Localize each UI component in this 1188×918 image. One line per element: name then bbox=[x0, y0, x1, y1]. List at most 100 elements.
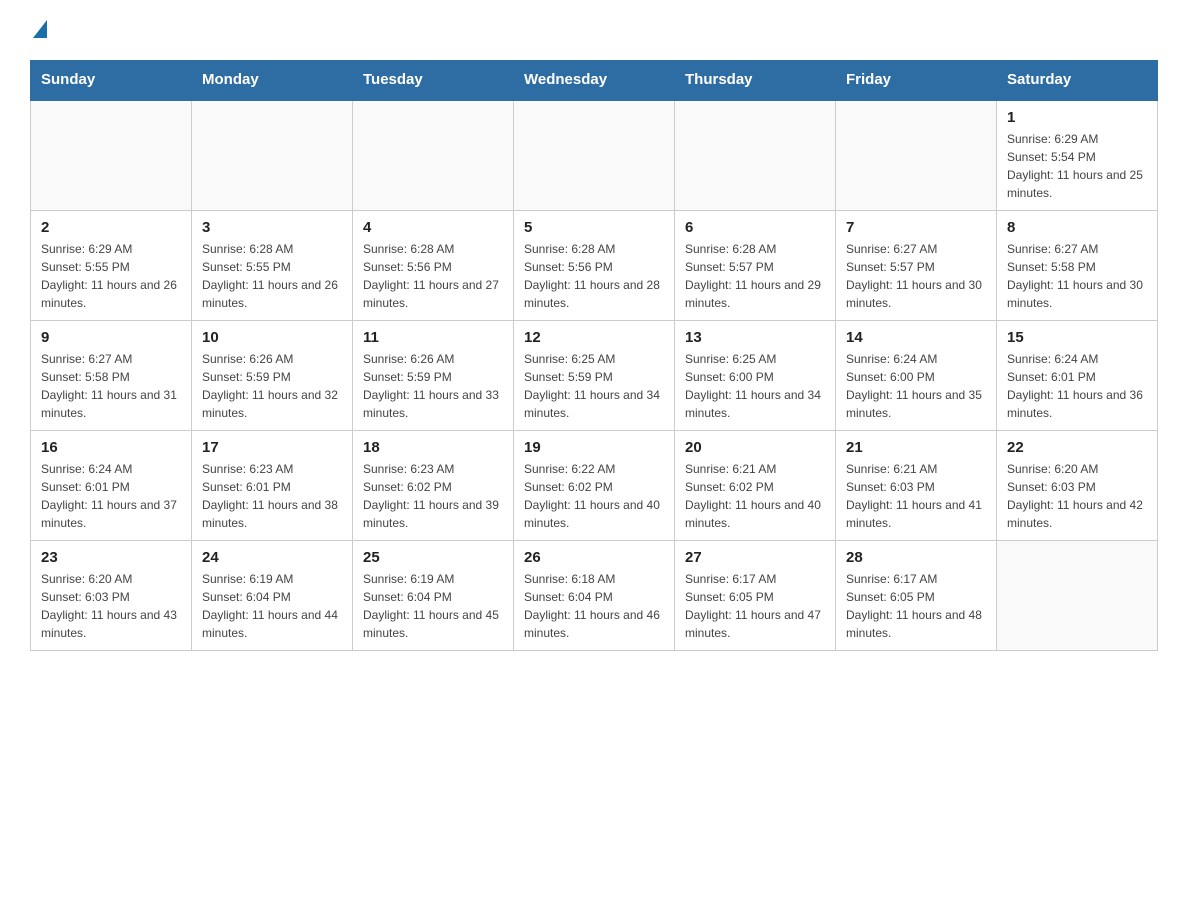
calendar-cell: 21 Sunrise: 6:21 AM Sunset: 6:03 PM Dayli… bbox=[836, 431, 997, 541]
day-number: 7 bbox=[846, 219, 986, 236]
weekday-header-saturday: Saturday bbox=[997, 61, 1158, 100]
day-info: Sunrise: 6:26 AM Sunset: 5:59 PM Dayligh… bbox=[202, 350, 342, 422]
calendar-cell: 3 Sunrise: 6:28 AM Sunset: 5:55 PM Daylig… bbox=[192, 211, 353, 321]
day-number: 3 bbox=[202, 219, 342, 236]
calendar-header-row: SundayMondayTuesdayWednesdayThursdayFrid… bbox=[31, 61, 1158, 100]
calendar-cell: 22 Sunrise: 6:20 AM Sunset: 6:03 PM Dayli… bbox=[997, 431, 1158, 541]
day-info: Sunrise: 6:19 AM Sunset: 6:04 PM Dayligh… bbox=[363, 570, 503, 642]
weekday-header-monday: Monday bbox=[192, 61, 353, 100]
calendar-cell: 4 Sunrise: 6:28 AM Sunset: 5:56 PM Daylig… bbox=[353, 211, 514, 321]
day-number: 5 bbox=[524, 219, 664, 236]
day-info: Sunrise: 6:26 AM Sunset: 5:59 PM Dayligh… bbox=[363, 350, 503, 422]
calendar-cell: 9 Sunrise: 6:27 AM Sunset: 5:58 PM Daylig… bbox=[31, 321, 192, 431]
weekday-header-sunday: Sunday bbox=[31, 61, 192, 100]
day-number: 20 bbox=[685, 439, 825, 456]
calendar-cell bbox=[192, 100, 353, 211]
day-number: 10 bbox=[202, 329, 342, 346]
day-info: Sunrise: 6:17 AM Sunset: 6:05 PM Dayligh… bbox=[685, 570, 825, 642]
day-number: 2 bbox=[41, 219, 181, 236]
day-info: Sunrise: 6:24 AM Sunset: 6:01 PM Dayligh… bbox=[41, 460, 181, 532]
calendar-cell: 15Sunrise: 6:24 AM Sunset: 6:01 PM Dayli… bbox=[997, 321, 1158, 431]
day-number: 17 bbox=[202, 439, 342, 456]
calendar-cell: 8 Sunrise: 6:27 AM Sunset: 5:58 PM Daylig… bbox=[997, 211, 1158, 321]
day-info: Sunrise: 6:18 AM Sunset: 6:04 PM Dayligh… bbox=[524, 570, 664, 642]
day-info: Sunrise: 6:25 AM Sunset: 6:00 PM Dayligh… bbox=[685, 350, 825, 422]
day-number: 26 bbox=[524, 549, 664, 566]
calendar-cell: 26 Sunrise: 6:18 AM Sunset: 6:04 PM Dayli… bbox=[514, 541, 675, 651]
day-number: 19 bbox=[524, 439, 664, 456]
logo bbox=[30, 20, 47, 40]
day-info: Sunrise: 6:21 AM Sunset: 6:02 PM Dayligh… bbox=[685, 460, 825, 532]
day-info: Sunrise: 6:29 AM Sunset: 5:54 PM Dayligh… bbox=[1007, 130, 1147, 202]
calendar-week-2: 2 Sunrise: 6:29 AM Sunset: 5:55 PM Daylig… bbox=[31, 211, 1158, 321]
calendar-cell: 17 Sunrise: 6:23 AM Sunset: 6:01 PM Dayli… bbox=[192, 431, 353, 541]
calendar-cell: 2 Sunrise: 6:29 AM Sunset: 5:55 PM Daylig… bbox=[31, 211, 192, 321]
day-number: 21 bbox=[846, 439, 986, 456]
calendar-cell: 11 Sunrise: 6:26 AM Sunset: 5:59 PM Dayli… bbox=[353, 321, 514, 431]
calendar-cell bbox=[514, 100, 675, 211]
weekday-header-wednesday: Wednesday bbox=[514, 61, 675, 100]
calendar-cell: 12Sunrise: 6:25 AM Sunset: 5:59 PM Dayli… bbox=[514, 321, 675, 431]
day-info: Sunrise: 6:21 AM Sunset: 6:03 PM Dayligh… bbox=[846, 460, 986, 532]
calendar-cell: 1 Sunrise: 6:29 AM Sunset: 5:54 PM Daylig… bbox=[997, 100, 1158, 211]
calendar-cell: 18Sunrise: 6:23 AM Sunset: 6:02 PM Dayli… bbox=[353, 431, 514, 541]
day-number: 6 bbox=[685, 219, 825, 236]
day-info: Sunrise: 6:28 AM Sunset: 5:55 PM Dayligh… bbox=[202, 240, 342, 312]
day-info: Sunrise: 6:23 AM Sunset: 6:01 PM Dayligh… bbox=[202, 460, 342, 532]
day-number: 9 bbox=[41, 329, 181, 346]
weekday-header-thursday: Thursday bbox=[675, 61, 836, 100]
calendar-cell: 10 Sunrise: 6:26 AM Sunset: 5:59 PM Dayli… bbox=[192, 321, 353, 431]
day-number: 11 bbox=[363, 329, 503, 346]
calendar-cell: 13 Sunrise: 6:25 AM Sunset: 6:00 PM Dayli… bbox=[675, 321, 836, 431]
calendar-week-1: 1 Sunrise: 6:29 AM Sunset: 5:54 PM Daylig… bbox=[31, 100, 1158, 211]
page-header bbox=[30, 20, 1158, 40]
day-info: Sunrise: 6:23 AM Sunset: 6:02 PM Dayligh… bbox=[363, 460, 503, 532]
calendar-cell: 23 Sunrise: 6:20 AM Sunset: 6:03 PM Dayli… bbox=[31, 541, 192, 651]
calendar-cell: 28 Sunrise: 6:17 AM Sunset: 6:05 PM Dayli… bbox=[836, 541, 997, 651]
weekday-header-tuesday: Tuesday bbox=[353, 61, 514, 100]
calendar-cell: 19 Sunrise: 6:22 AM Sunset: 6:02 PM Dayli… bbox=[514, 431, 675, 541]
day-number: 16 bbox=[41, 439, 181, 456]
day-info: Sunrise: 6:24 AM Sunset: 6:00 PM Dayligh… bbox=[846, 350, 986, 422]
calendar-week-3: 9 Sunrise: 6:27 AM Sunset: 5:58 PM Daylig… bbox=[31, 321, 1158, 431]
calendar-table: SundayMondayTuesdayWednesdayThursdayFrid… bbox=[30, 60, 1158, 651]
day-info: Sunrise: 6:22 AM Sunset: 6:02 PM Dayligh… bbox=[524, 460, 664, 532]
day-info: Sunrise: 6:25 AM Sunset: 5:59 PM Dayligh… bbox=[524, 350, 664, 422]
calendar-cell: 25 Sunrise: 6:19 AM Sunset: 6:04 PM Dayli… bbox=[353, 541, 514, 651]
day-info: Sunrise: 6:17 AM Sunset: 6:05 PM Dayligh… bbox=[846, 570, 986, 642]
calendar-cell: 20 Sunrise: 6:21 AM Sunset: 6:02 PM Dayli… bbox=[675, 431, 836, 541]
day-number: 27 bbox=[685, 549, 825, 566]
logo-triangle-icon bbox=[33, 20, 47, 38]
day-number: 4 bbox=[363, 219, 503, 236]
weekday-header-friday: Friday bbox=[836, 61, 997, 100]
day-number: 22 bbox=[1007, 439, 1147, 456]
calendar-cell bbox=[31, 100, 192, 211]
calendar-cell: 7 Sunrise: 6:27 AM Sunset: 5:57 PM Daylig… bbox=[836, 211, 997, 321]
day-number: 24 bbox=[202, 549, 342, 566]
day-number: 28 bbox=[846, 549, 986, 566]
calendar-cell: 14Sunrise: 6:24 AM Sunset: 6:00 PM Dayli… bbox=[836, 321, 997, 431]
day-number: 25 bbox=[363, 549, 503, 566]
day-info: Sunrise: 6:28 AM Sunset: 5:56 PM Dayligh… bbox=[524, 240, 664, 312]
day-number: 23 bbox=[41, 549, 181, 566]
calendar-cell: 5 Sunrise: 6:28 AM Sunset: 5:56 PM Daylig… bbox=[514, 211, 675, 321]
calendar-cell bbox=[353, 100, 514, 211]
calendar-week-5: 23 Sunrise: 6:20 AM Sunset: 6:03 PM Dayli… bbox=[31, 541, 1158, 651]
day-info: Sunrise: 6:24 AM Sunset: 6:01 PM Dayligh… bbox=[1007, 350, 1147, 422]
day-info: Sunrise: 6:20 AM Sunset: 6:03 PM Dayligh… bbox=[1007, 460, 1147, 532]
day-info: Sunrise: 6:27 AM Sunset: 5:57 PM Dayligh… bbox=[846, 240, 986, 312]
calendar-cell bbox=[675, 100, 836, 211]
day-number: 8 bbox=[1007, 219, 1147, 236]
day-info: Sunrise: 6:27 AM Sunset: 5:58 PM Dayligh… bbox=[1007, 240, 1147, 312]
day-number: 13 bbox=[685, 329, 825, 346]
calendar-cell bbox=[836, 100, 997, 211]
calendar-cell bbox=[997, 541, 1158, 651]
calendar-cell: 16 Sunrise: 6:24 AM Sunset: 6:01 PM Dayli… bbox=[31, 431, 192, 541]
day-info: Sunrise: 6:29 AM Sunset: 5:55 PM Dayligh… bbox=[41, 240, 181, 312]
day-info: Sunrise: 6:20 AM Sunset: 6:03 PM Dayligh… bbox=[41, 570, 181, 642]
day-number: 1 bbox=[1007, 109, 1147, 126]
day-info: Sunrise: 6:28 AM Sunset: 5:56 PM Dayligh… bbox=[363, 240, 503, 312]
calendar-cell: 24Sunrise: 6:19 AM Sunset: 6:04 PM Dayli… bbox=[192, 541, 353, 651]
day-info: Sunrise: 6:28 AM Sunset: 5:57 PM Dayligh… bbox=[685, 240, 825, 312]
day-info: Sunrise: 6:27 AM Sunset: 5:58 PM Dayligh… bbox=[41, 350, 181, 422]
